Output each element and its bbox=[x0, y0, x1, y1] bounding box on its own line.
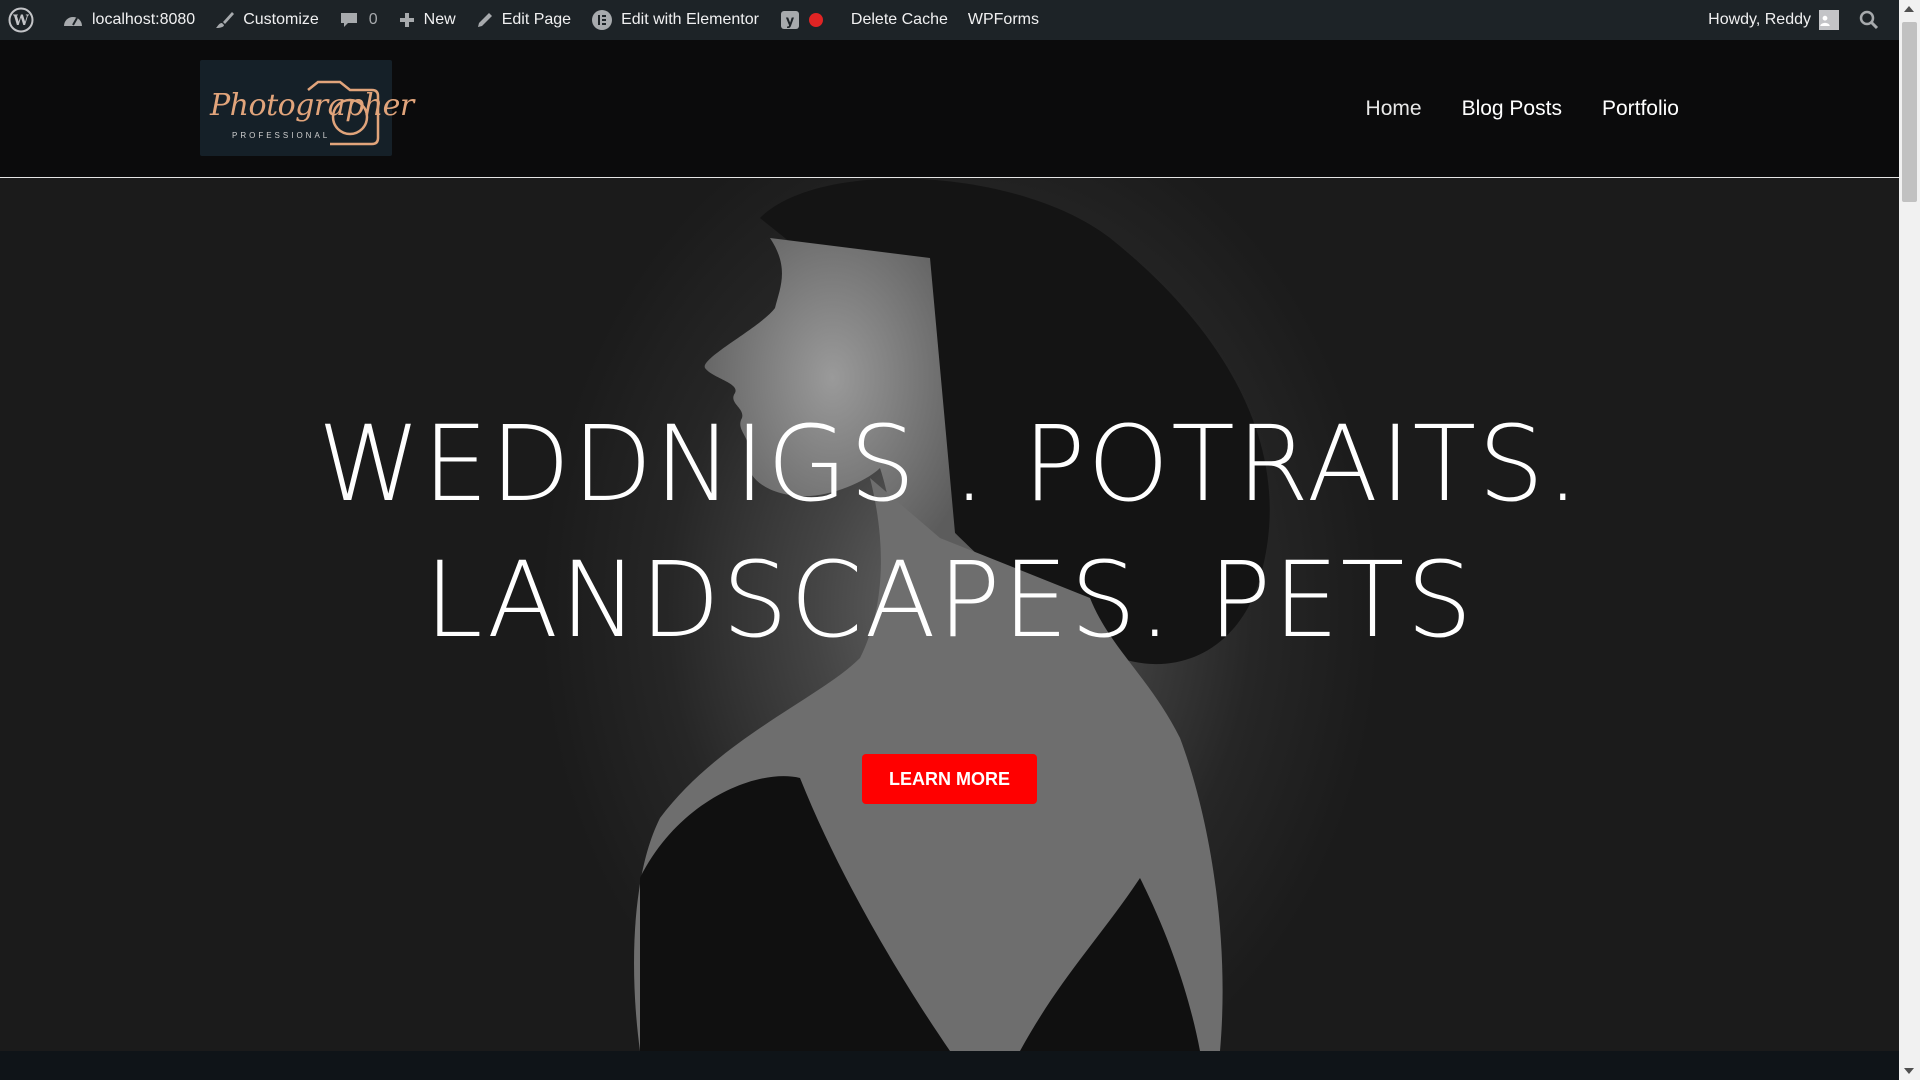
svg-text:y: y bbox=[786, 14, 795, 29]
scroll-down-arrow-icon[interactable] bbox=[1904, 1068, 1914, 1074]
page-scrollbar[interactable] bbox=[1899, 0, 1920, 1080]
new-label: New bbox=[423, 11, 456, 28]
next-section-edge bbox=[0, 1051, 1899, 1080]
comments-link[interactable]: 0 bbox=[329, 0, 388, 40]
delete-cache-label: Delete Cache bbox=[850, 11, 948, 28]
customize-link[interactable]: Customize bbox=[205, 0, 329, 40]
wpforms-link[interactable]: WPForms bbox=[958, 0, 1049, 40]
pencil-icon bbox=[477, 13, 492, 27]
paintbrush-icon bbox=[216, 12, 235, 28]
dashboard-gauge-icon bbox=[64, 17, 82, 26]
edit-page-label: Edit Page bbox=[501, 11, 572, 28]
yoast-icon: y bbox=[780, 11, 799, 29]
main-navigation: Home Blog Posts Portfolio bbox=[1366, 40, 1679, 177]
site-logo[interactable]: Photographer PROFESSIONAL bbox=[200, 60, 414, 156]
wp-admin-bar: W localhost:8080 Customize 0 New Edit Pa… bbox=[0, 0, 1899, 40]
customize-label: Customize bbox=[243, 11, 319, 28]
logo-subtext: PROFESSIONAL bbox=[232, 131, 331, 140]
hero-title-line-1: WEDDNIGS . POTRAITS. bbox=[317, 403, 1582, 525]
learn-more-button[interactable]: LEARN MORE bbox=[862, 754, 1037, 804]
delete-cache-link[interactable]: Delete Cache bbox=[841, 0, 958, 40]
hero-title: WEDDNIGS . POTRAITS. LANDSCAPES. PETS bbox=[0, 396, 1899, 668]
wordpress-logo-icon: W bbox=[8, 7, 34, 33]
new-content-link[interactable]: New bbox=[388, 0, 466, 40]
edit-elementor-link[interactable]: Edit with Elementor bbox=[581, 0, 769, 40]
edit-page-link[interactable]: Edit Page bbox=[466, 0, 581, 40]
comments-count: 0 bbox=[368, 11, 378, 28]
my-account-link[interactable]: Howdy, Reddy bbox=[1698, 0, 1849, 40]
wordpress-menu[interactable]: W bbox=[0, 0, 52, 40]
nav-item-portfolio[interactable]: Portfolio bbox=[1602, 97, 1679, 121]
site-header: Photographer PROFESSIONAL Home Blog Post… bbox=[0, 40, 1899, 178]
user-avatar-icon bbox=[1820, 15, 1830, 26]
comment-bubble-icon bbox=[340, 13, 357, 27]
hero-section: WEDDNIGS . POTRAITS. LANDSCAPES. PETS LE… bbox=[0, 178, 1899, 1051]
site-name-link[interactable]: localhost:8080 bbox=[52, 0, 205, 40]
nav-item-blog-posts[interactable]: Blog Posts bbox=[1462, 97, 1562, 121]
plus-icon bbox=[399, 13, 414, 27]
search-button[interactable] bbox=[1849, 0, 1899, 40]
wpforms-label: WPForms bbox=[967, 11, 1039, 28]
elementor-icon bbox=[592, 10, 613, 30]
greeting-text: Howdy, Reddy bbox=[1708, 11, 1811, 28]
logo-wordmark: Photographer bbox=[210, 88, 414, 123]
svg-text:W: W bbox=[12, 13, 29, 29]
hero-title-line-2: LANDSCAPES. PETS bbox=[424, 539, 1475, 661]
nav-item-home[interactable]: Home bbox=[1366, 97, 1422, 121]
scrollbar-thumb[interactable] bbox=[1902, 22, 1917, 202]
site-name: localhost:8080 bbox=[92, 11, 196, 28]
avatar bbox=[1819, 10, 1839, 30]
yoast-seo-menu[interactable]: y bbox=[769, 0, 841, 40]
edit-elementor-label: Edit with Elementor bbox=[621, 11, 759, 28]
seo-status-dot-icon bbox=[808, 13, 823, 27]
scroll-up-arrow-icon[interactable] bbox=[1904, 6, 1914, 12]
search-icon bbox=[1859, 10, 1879, 30]
